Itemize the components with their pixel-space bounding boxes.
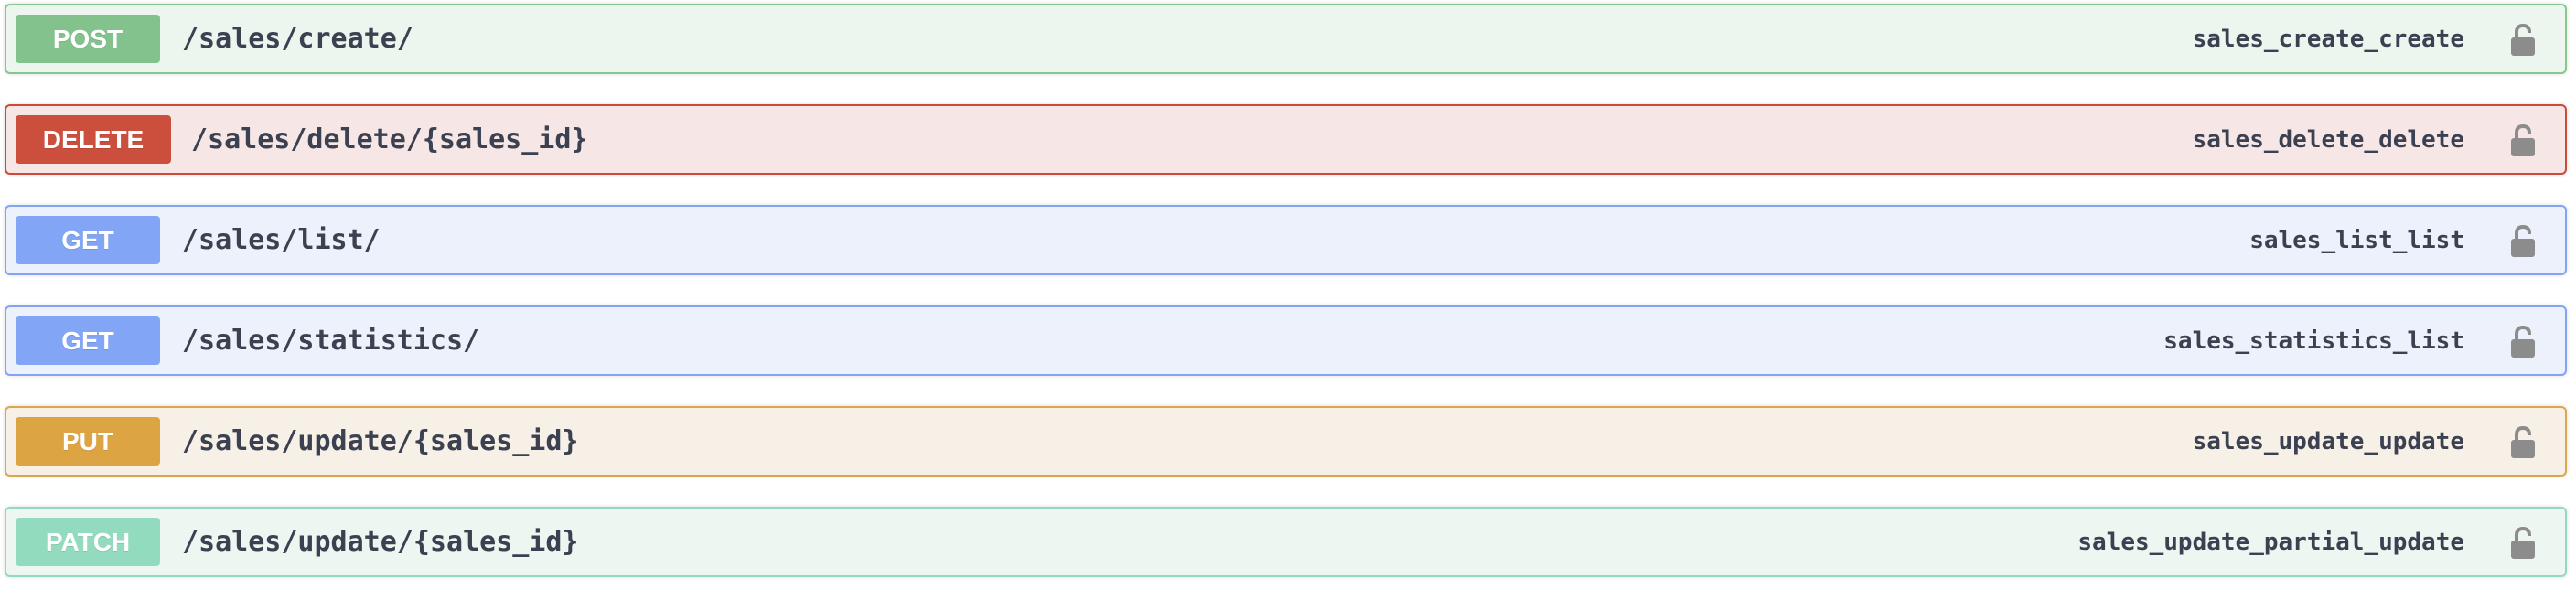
- operation-get-sales-list[interactable]: GET /sales/list/ sales_list_list: [5, 205, 2567, 275]
- method-badge-post: POST: [16, 15, 160, 63]
- operation-get-sales-statistics[interactable]: GET /sales/statistics/ sales_statistics_…: [5, 305, 2567, 376]
- endpoint-path: /sales/update/{sales_id}: [182, 526, 579, 558]
- unlocked-padlock-icon[interactable]: [2508, 21, 2538, 58]
- endpoint-path: /sales/delete/{sales_id}: [191, 123, 588, 155]
- operation-id: sales_create_create: [2192, 25, 2464, 53]
- method-badge-patch: PATCH: [16, 518, 160, 566]
- operation-delete-sales-delete[interactable]: DELETE /sales/delete/{sales_id} sales_de…: [5, 104, 2567, 175]
- method-badge-get: GET: [16, 216, 160, 264]
- unlocked-padlock-icon[interactable]: [2508, 222, 2538, 259]
- operation-id: sales_list_list: [2249, 226, 2464, 254]
- unlocked-padlock-icon[interactable]: [2508, 524, 2538, 561]
- unlocked-padlock-icon[interactable]: [2508, 323, 2538, 359]
- endpoint-path: /sales/statistics/: [182, 325, 480, 357]
- method-badge-put: PUT: [16, 417, 160, 466]
- endpoint-path: /sales/create/: [182, 23, 413, 55]
- method-badge-delete: DELETE: [16, 115, 171, 164]
- operation-id: sales_delete_delete: [2192, 125, 2464, 154]
- method-badge-get: GET: [16, 316, 160, 365]
- operations-list: POST /sales/create/ sales_create_create …: [0, 0, 2576, 589]
- unlocked-padlock-icon[interactable]: [2508, 122, 2538, 158]
- operation-id: sales_update_update: [2192, 427, 2464, 455]
- endpoint-path: /sales/list/: [182, 224, 381, 256]
- operation-put-sales-update[interactable]: PUT /sales/update/{sales_id} sales_updat…: [5, 406, 2567, 477]
- operation-id: sales_statistics_list: [2163, 327, 2464, 355]
- endpoint-path: /sales/update/{sales_id}: [182, 425, 579, 457]
- operation-id: sales_update_partial_update: [2077, 528, 2464, 556]
- unlocked-padlock-icon[interactable]: [2508, 423, 2538, 460]
- operation-patch-sales-update[interactable]: PATCH /sales/update/{sales_id} sales_upd…: [5, 507, 2567, 577]
- operation-post-sales-create[interactable]: POST /sales/create/ sales_create_create: [5, 4, 2567, 74]
